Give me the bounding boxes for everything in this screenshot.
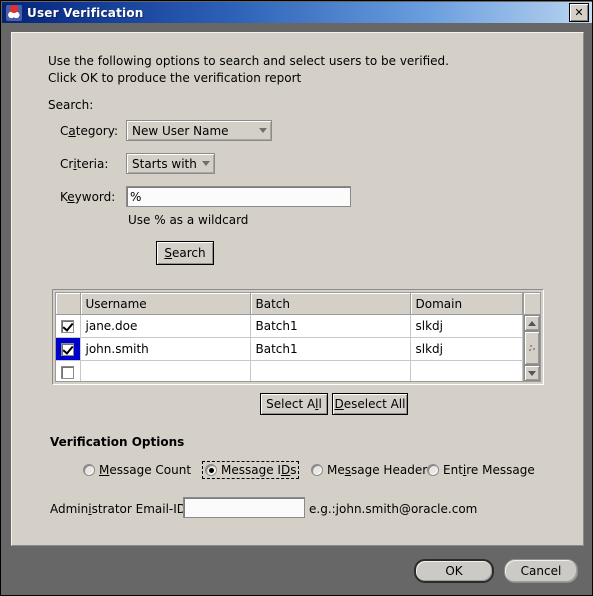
deselect-all-button[interactable]: Deselect All (332, 393, 408, 415)
row-checkbox-cell[interactable] (56, 314, 81, 338)
search-button[interactable]: Search (156, 241, 214, 265)
row-batch (250, 360, 411, 381)
table-header-username[interactable]: Username (80, 293, 251, 315)
scroll-down-icon[interactable] (524, 365, 540, 381)
category-selected-value: New User Name (132, 123, 229, 138)
row-batch: Batch1 (250, 337, 411, 361)
table-row[interactable]: john.smith Batch1 slkdj (56, 337, 523, 361)
table-vertical-scrollbar[interactable] (523, 293, 540, 381)
row-checkbox[interactable] (61, 343, 75, 356)
row-username: john.smith (80, 337, 251, 361)
radio-icon (427, 464, 439, 476)
verification-options-title: Verification Options (50, 435, 185, 449)
results-table: Username Batch Domain jane.doe Batch1 sl… (56, 293, 523, 381)
row-checkbox[interactable] (61, 366, 75, 379)
cancel-button[interactable]: Cancel (504, 559, 578, 583)
table-row[interactable]: jane.doe Batch1 slkdj (56, 314, 523, 338)
window-title: User Verification (27, 5, 144, 20)
row-domain (410, 360, 523, 381)
ok-button[interactable]: OK (414, 559, 494, 583)
scroll-up-icon[interactable] (524, 315, 540, 331)
category-dropdown[interactable]: New User Name (126, 120, 272, 141)
chevron-down-icon (255, 128, 271, 133)
results-table-panel: Username Batch Domain jane.doe Batch1 sl… (52, 289, 544, 385)
table-header-row: Username Batch Domain (56, 293, 523, 315)
close-icon[interactable]: ✕ (569, 3, 589, 22)
select-all-button[interactable]: Select All (260, 393, 328, 415)
radio-icon (205, 464, 217, 476)
row-checkbox[interactable] (61, 320, 75, 333)
user-verification-dialog: User Verification ✕ Use the following op… (0, 0, 593, 596)
criteria-label: Criteria: (60, 157, 109, 171)
row-checkbox-cell[interactable] (56, 337, 81, 361)
radio-label: Message IDs (221, 463, 297, 477)
criteria-selected-value: Starts with (132, 156, 197, 171)
radio-label: Message Count (99, 463, 192, 477)
row-checkbox-cell[interactable] (56, 360, 81, 381)
title-bar: User Verification ✕ (2, 2, 592, 23)
row-username: jane.doe (80, 314, 251, 338)
table-header-checkbox[interactable] (56, 293, 81, 315)
row-domain: slkdj (410, 337, 523, 361)
scrollbar-corner (524, 293, 540, 315)
radio-icon (311, 464, 323, 476)
radio-message-count[interactable]: Message Count (80, 461, 194, 479)
search-section-label: Search: (48, 98, 94, 112)
row-username (80, 360, 251, 381)
keyword-label: Keyword: (60, 190, 116, 204)
dialog-content-panel: Use the following options to search and … (11, 32, 584, 546)
table-row[interactable] (56, 360, 523, 381)
scrollbar-track[interactable] (524, 331, 540, 365)
administrator-email-input[interactable] (183, 497, 305, 518)
administrator-email-hint: e.g.:john.smith@oracle.com (309, 502, 478, 516)
table-header-domain[interactable]: Domain (410, 293, 523, 315)
table-header-batch[interactable]: Batch (250, 293, 411, 315)
intro-line-1: Use the following options to search and … (48, 54, 449, 68)
radio-message-header[interactable]: Message Header (308, 461, 430, 479)
keyword-hint: Use % as a wildcard (128, 213, 249, 227)
radio-label: Entire Message (443, 463, 535, 477)
radio-entire-message[interactable]: Entire Message (424, 461, 538, 479)
intro-line-2: Click OK to produce the verification rep… (48, 71, 302, 85)
radio-label: Message Header (327, 463, 428, 477)
chevron-down-icon (198, 161, 214, 166)
radio-icon (83, 464, 95, 476)
row-domain: slkdj (410, 314, 523, 338)
keyword-input[interactable] (126, 186, 351, 207)
criteria-dropdown[interactable]: Starts with (126, 153, 215, 174)
administrator-email-label: Administrator Email-ID (50, 502, 187, 516)
category-label: Category: (60, 124, 119, 138)
radio-message-ids[interactable]: Message IDs (202, 461, 300, 479)
scrollbar-thumb[interactable] (524, 331, 540, 365)
row-batch: Batch1 (250, 314, 411, 338)
app-duke-icon (6, 4, 22, 21)
